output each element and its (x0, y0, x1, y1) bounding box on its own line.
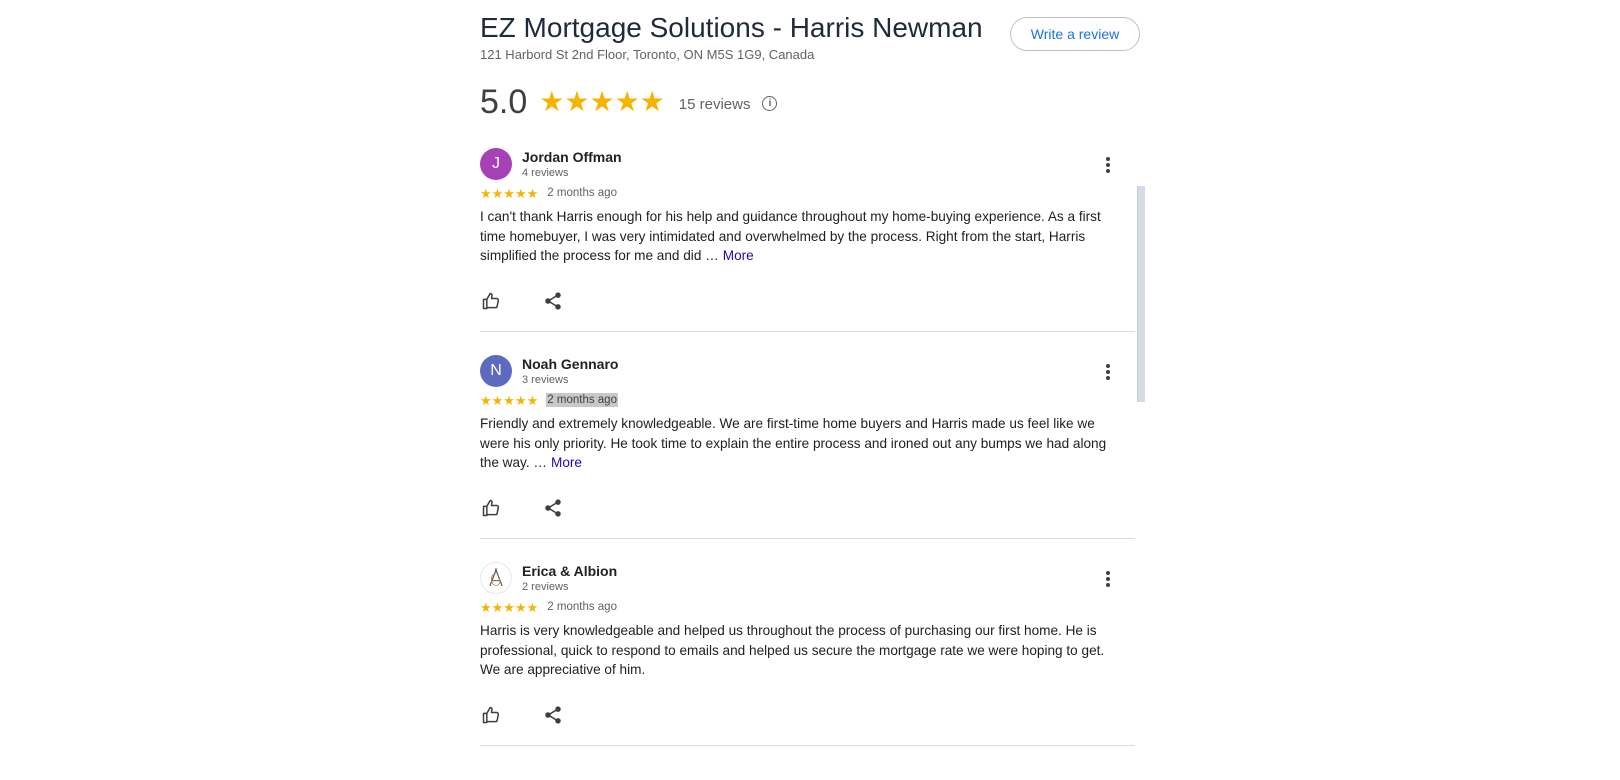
scrollbar[interactable] (1137, 186, 1145, 402)
more-link[interactable]: More (551, 455, 582, 470)
review-rating: ★★★★★ 2 months ago (480, 393, 618, 407)
avatar[interactable]: J (480, 148, 512, 180)
info-icon[interactable]: i (762, 95, 778, 111)
review-divider (480, 745, 1135, 746)
monogram-logo (489, 568, 503, 587)
reviewer-name[interactable]: Erica & Albion (522, 563, 617, 579)
review-date: 2 months ago (547, 187, 617, 199)
business-title: EZ Mortgage Solutions - Harris Newman (480, 12, 983, 43)
share-icon[interactable] (542, 704, 564, 726)
avatar[interactable]: N (480, 355, 512, 387)
write-review-button[interactable]: Write a review (1010, 17, 1140, 51)
review-count[interactable]: 15 reviews (679, 96, 751, 113)
review-item: N Noah Gennaro 3 reviews ★★★★★ 2 months … (480, 355, 1135, 539)
review-actions (480, 497, 564, 519)
review-divider (480, 331, 1135, 332)
review-rating: ★★★★★ 2 months ago (480, 186, 618, 200)
reviewer-review-count: 3 reviews (522, 374, 569, 386)
review-rating: ★★★★★ 2 months ago (480, 600, 618, 614)
business-address: 121 Harbord St 2nd Floor, Toronto, ON M5… (480, 47, 815, 62)
review-text-content: Harris is very knowledgeable and helped … (480, 623, 1105, 677)
review-stars: ★★★★★ (480, 185, 539, 201)
reviewer-name[interactable]: Noah Gennaro (522, 356, 618, 372)
average-rating: 5.0 (480, 82, 528, 121)
more-vert-icon[interactable] (1098, 154, 1118, 176)
more-vert-icon[interactable] (1098, 361, 1118, 383)
reviewer-review-count: 4 reviews (522, 167, 569, 179)
reviewer-name[interactable]: Jordan Offman (522, 149, 622, 165)
more-link[interactable]: More (723, 248, 754, 263)
review-text: Friendly and extremely knowledgeable. We… (480, 414, 1110, 473)
review-actions (480, 704, 564, 726)
review-text-content: I can't thank Harris enough for his help… (480, 209, 1101, 263)
review-date: 2 months ago (547, 601, 617, 613)
thumbs-up-icon[interactable] (480, 290, 502, 312)
review-text: Harris is very knowledgeable and helped … (480, 621, 1110, 680)
share-icon[interactable] (542, 290, 564, 312)
average-stars: ★★★★★ (539, 86, 665, 117)
more-vert-icon[interactable] (1098, 568, 1118, 590)
rating-summary: 5.0 ★★★★★ 15 reviews i (480, 80, 778, 124)
avatar[interactable] (480, 562, 512, 594)
review-divider (480, 538, 1135, 539)
reviews-panel: EZ Mortgage Solutions - Harris Newman 12… (480, 0, 1145, 780)
reviewer-review-count: 2 reviews (522, 581, 569, 593)
thumbs-up-icon[interactable] (480, 497, 502, 519)
review-item: J Jordan Offman 4 reviews ★★★★★ 2 months… (480, 148, 1135, 332)
review-actions (480, 290, 564, 312)
review-date: 2 months ago (546, 393, 618, 407)
review-stars: ★★★★★ (480, 599, 539, 615)
review-item: Erica & Albion 2 reviews ★★★★★ 2 months … (480, 562, 1135, 746)
share-icon[interactable] (542, 497, 564, 519)
review-text: I can't thank Harris enough for his help… (480, 207, 1110, 266)
thumbs-up-icon[interactable] (480, 704, 502, 726)
review-stars: ★★★★★ (480, 392, 539, 408)
